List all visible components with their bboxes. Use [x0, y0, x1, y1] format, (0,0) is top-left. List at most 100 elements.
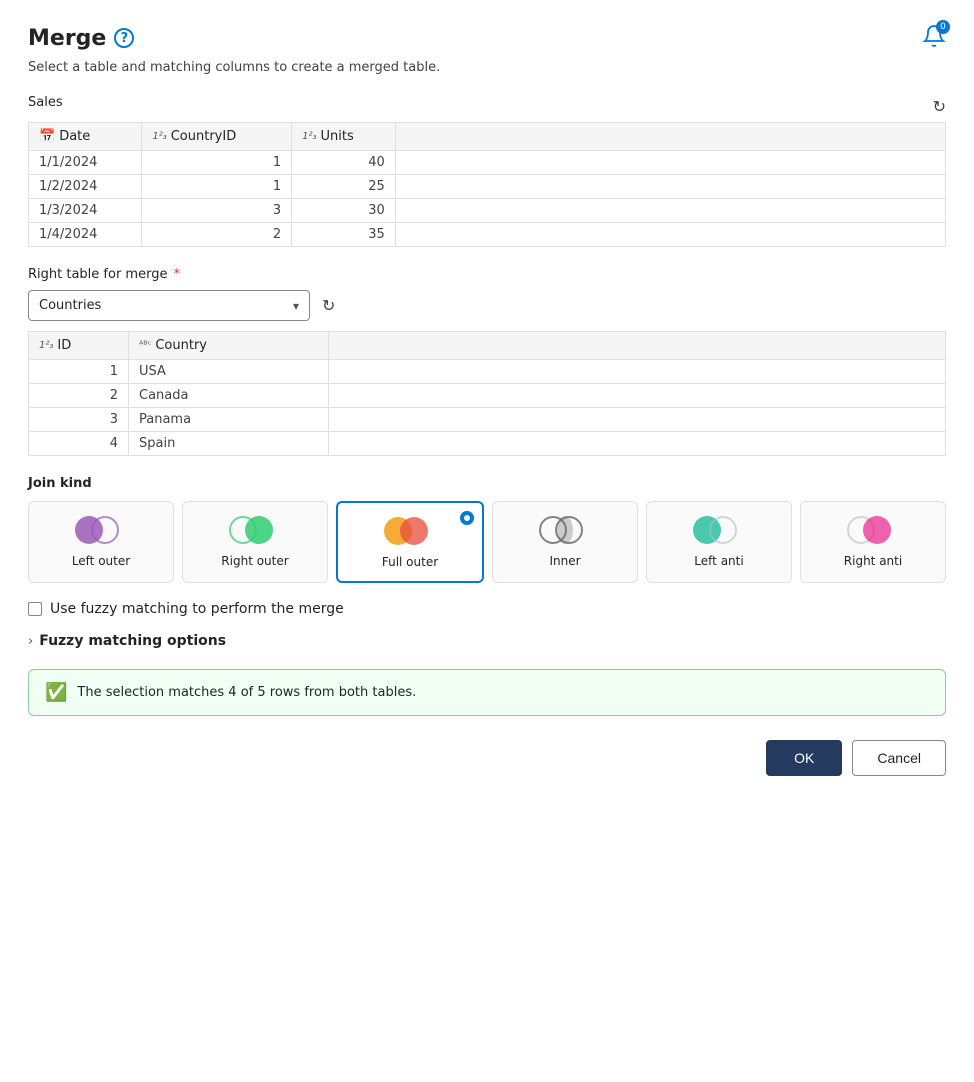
venn-circle-right	[91, 516, 119, 544]
table-cell: 30	[292, 199, 396, 223]
join-kind-section: Join kind Left outer Right outer	[28, 476, 946, 583]
notification-badge: 0	[936, 20, 950, 34]
join-card-label-left-anti: Left anti	[694, 554, 743, 568]
dialog-header: Merge ? 0	[28, 24, 946, 52]
table-row: 1/1/2024140	[29, 151, 946, 175]
table-cell: 3	[29, 408, 129, 432]
right-table-refresh-button[interactable]: ↻	[322, 296, 335, 316]
countries-col-id[interactable]: 1²₃ ID	[29, 332, 129, 360]
right-outer-venn	[229, 514, 281, 546]
join-card-right-anti[interactable]: Right anti	[800, 501, 946, 583]
inner-overlap	[557, 516, 573, 544]
table-cell: 35	[292, 223, 396, 247]
join-card-left-outer[interactable]: Left outer	[28, 501, 174, 583]
table-cell: 1/3/2024	[29, 199, 142, 223]
selected-dot	[460, 511, 474, 525]
fuzzy-checkbox-label: Use fuzzy matching to perform the merge	[50, 601, 344, 617]
table-cell: Spain	[129, 432, 329, 456]
dialog-subtitle: Select a table and matching columns to c…	[28, 60, 946, 75]
fuzzy-checkbox[interactable]	[28, 602, 42, 616]
abc-icon-country: ᴬᴮᶜ	[139, 340, 151, 351]
sales-section: Sales ↻ 📅 Date 1²₃ CountryID	[28, 95, 946, 247]
dropdown-row: Countries ▾ ↻	[28, 290, 946, 321]
right-table-dropdown[interactable]: Countries ▾	[28, 290, 310, 321]
table-row: 1/4/2024235	[29, 223, 946, 247]
num-icon-units: 1²₃	[302, 131, 316, 142]
table-cell-empty	[329, 360, 946, 384]
table-cell-empty	[395, 223, 945, 247]
dropdown-value: Countries	[39, 298, 101, 313]
help-icon[interactable]: ?	[114, 28, 134, 48]
fuzzy-row: Use fuzzy matching to perform the merge	[28, 601, 946, 617]
venn-circle-right	[863, 516, 891, 544]
right-anti-venn	[847, 514, 899, 546]
cancel-button[interactable]: Cancel	[852, 740, 946, 776]
chevron-right-icon: ›	[28, 634, 33, 649]
join-card-label-right-outer: Right outer	[221, 554, 288, 568]
dialog-footer: OK Cancel	[28, 740, 946, 776]
right-table-label: Right table for merge *	[28, 267, 946, 282]
table-cell-empty	[329, 432, 946, 456]
sales-table-header: Sales ↻	[28, 95, 946, 118]
join-card-label-inner: Inner	[549, 554, 580, 568]
table-cell: 1/4/2024	[29, 223, 142, 247]
sales-label: Sales	[28, 95, 63, 110]
table-cell: 40	[292, 151, 396, 175]
table-row: 2Canada	[29, 384, 946, 408]
title-row: Merge ?	[28, 26, 134, 51]
countries-table: 1²₃ ID ᴬᴮᶜ Country 1USA2Canada3Panama4Sp…	[28, 331, 946, 456]
sales-col-units[interactable]: 1²₃ Units	[292, 123, 396, 151]
join-card-label-full-outer: Full outer	[382, 555, 438, 569]
venn-circle-right	[245, 516, 273, 544]
join-card-full-outer[interactable]: Full outer	[336, 501, 484, 583]
table-cell: 2	[29, 384, 129, 408]
table-cell-empty	[329, 408, 946, 432]
left-anti-venn	[693, 514, 745, 546]
join-card-label-right-anti: Right anti	[844, 554, 902, 568]
notification-icon[interactable]: 0	[922, 24, 946, 52]
num-icon-countryid: 1²₃	[152, 131, 166, 142]
dialog-title: Merge	[28, 26, 106, 51]
sales-col-countryid[interactable]: 1²₃ CountryID	[142, 123, 292, 151]
merge-dialog: Merge ? 0 Select a table and matching co…	[0, 0, 974, 800]
venn-circle-right	[709, 516, 737, 544]
ok-button[interactable]: OK	[766, 740, 842, 776]
join-card-label-left-outer: Left outer	[72, 554, 130, 568]
left-outer-venn	[75, 514, 127, 546]
num-icon-id: 1²₃	[39, 340, 53, 351]
table-row: 1USA	[29, 360, 946, 384]
table-row: 1/2/2024125	[29, 175, 946, 199]
table-cell: 1/1/2024	[29, 151, 142, 175]
table-cell: Panama	[129, 408, 329, 432]
success-banner: ✅ The selection matches 4 of 5 rows from…	[28, 669, 946, 716]
table-row: 1/3/2024330	[29, 199, 946, 223]
inner-venn	[539, 514, 591, 546]
sales-refresh-button[interactable]: ↻	[933, 97, 946, 117]
join-card-left-anti[interactable]: Left anti	[646, 501, 792, 583]
join-kind-label: Join kind	[28, 476, 946, 491]
calendar-icon: 📅	[39, 129, 55, 144]
success-message: The selection matches 4 of 5 rows from b…	[77, 685, 416, 700]
table-row: 4Spain	[29, 432, 946, 456]
table-cell-empty	[395, 199, 945, 223]
fuzzy-options-row[interactable]: › Fuzzy matching options	[28, 633, 946, 649]
fuzzy-options-label: Fuzzy matching options	[39, 633, 226, 649]
join-card-inner[interactable]: Inner	[492, 501, 638, 583]
table-cell: Canada	[129, 384, 329, 408]
table-cell-empty	[395, 151, 945, 175]
right-table-section: Right table for merge * Countries ▾ ↻ 1²…	[28, 267, 946, 456]
join-card-right-outer[interactable]: Right outer	[182, 501, 328, 583]
table-cell: 1	[142, 175, 292, 199]
countries-col-country[interactable]: ᴬᴮᶜ Country	[129, 332, 329, 360]
sales-table: 📅 Date 1²₃ CountryID 1²₃ Units	[28, 122, 946, 247]
join-kind-options: Left outer Right outer Full outer	[28, 501, 946, 583]
success-icon: ✅	[45, 682, 67, 703]
sales-col-empty	[395, 123, 945, 151]
table-cell: USA	[129, 360, 329, 384]
sales-col-date[interactable]: 📅 Date	[29, 123, 142, 151]
full-outer-venn	[384, 515, 436, 547]
countries-col-empty	[329, 332, 946, 360]
table-cell-empty	[395, 175, 945, 199]
table-cell: 2	[142, 223, 292, 247]
table-cell: 3	[142, 199, 292, 223]
